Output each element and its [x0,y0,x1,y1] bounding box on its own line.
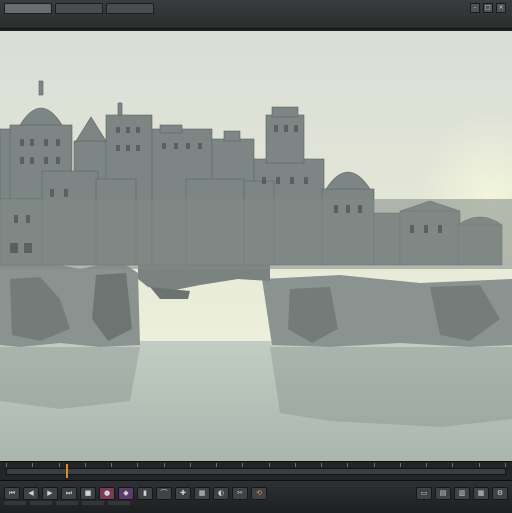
tab-strip [4,3,154,14]
timeline-ticks [6,463,506,467]
step-back-icon[interactable]: ◀ [23,487,39,500]
rotate-icon[interactable]: ⟲ [251,487,267,500]
frame-icon[interactable]: ▭ [416,487,432,500]
playback-controls: ⏮ ◀ ▶ ⏭ ■ ● ◆ ▮ ⌒ ✚ ▦ ◐ ✂ ⟲ [4,487,267,500]
cut-icon[interactable]: ✂ [232,487,248,500]
add-icon[interactable]: ✚ [175,487,191,500]
window-controls: – □ × [470,3,506,13]
minimize-icon[interactable]: – [470,3,480,13]
render-viewport[interactable] [0,29,512,461]
contrast-icon[interactable]: ◐ [213,487,229,500]
app-titlebar: – □ × [0,0,512,29]
curve-icon[interactable]: ⌒ [156,487,172,500]
grid-view-icon[interactable]: ▦ [473,487,489,500]
grid-icon[interactable]: ▦ [194,487,210,500]
view-controls: ▭ ▤ ▥ ▦ ⚙ [416,487,508,500]
play-icon[interactable]: ▶ [42,487,58,500]
timeline-bar[interactable] [0,461,512,480]
timeline-track[interactable] [6,468,506,475]
settings-icon[interactable]: ⚙ [492,487,508,500]
maximize-icon[interactable]: □ [483,3,493,13]
skip-back-icon[interactable]: ⏮ [4,487,20,500]
stop-icon[interactable]: ■ [80,487,96,500]
toolbar-status-strip [4,501,130,505]
close-icon[interactable]: × [496,3,506,13]
list-icon[interactable]: ▤ [435,487,451,500]
tab-document-3[interactable] [106,3,154,14]
tab-document-1[interactable] [4,3,52,14]
tab-document-2[interactable] [55,3,103,14]
keyframe-icon[interactable]: ◆ [118,487,134,500]
record-icon[interactable]: ● [99,487,115,500]
scene-image [0,29,512,461]
timeline-playhead[interactable] [66,464,68,478]
skip-forward-icon[interactable]: ⏭ [61,487,77,500]
bar-icon[interactable]: ▮ [137,487,153,500]
columns-icon[interactable]: ▥ [454,487,470,500]
bottom-toolbar: ⏮ ◀ ▶ ⏭ ■ ● ◆ ▮ ⌒ ✚ ▦ ◐ ✂ ⟲ ▭ ▤ ▥ ▦ ⚙ [0,480,512,513]
